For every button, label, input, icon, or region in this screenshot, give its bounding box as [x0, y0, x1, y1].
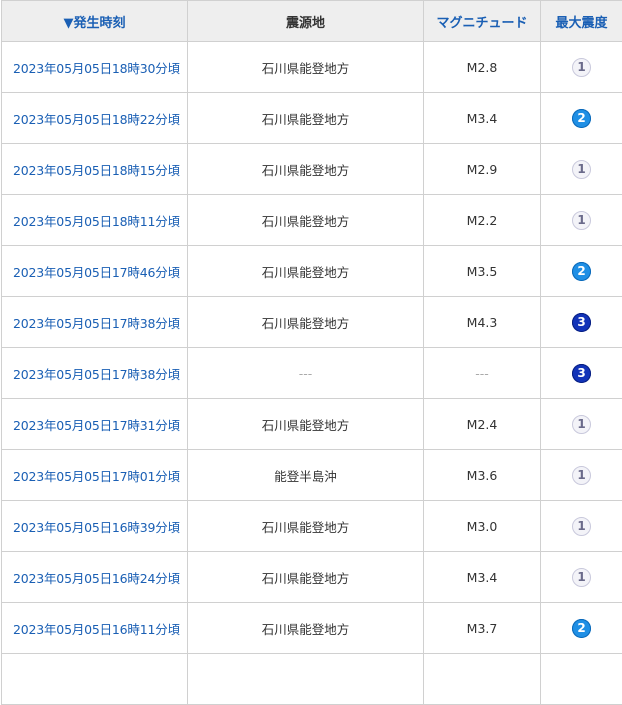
intensity-cell: 3	[541, 297, 622, 348]
intensity-badge-icon: 2	[572, 619, 591, 638]
table-row: 2023年05月05日17時31分頃 石川県能登地方 M2.4 1	[2, 399, 622, 450]
intensity-cell: 2	[541, 603, 622, 654]
earthquake-detail-link[interactable]: 2023年05月05日16時24分頃	[13, 571, 180, 586]
magnitude-cell: M2.2	[424, 195, 541, 246]
epicenter-cell	[188, 654, 424, 705]
table-row: 2023年05月05日17時38分頃 石川県能登地方 M4.3 3	[2, 297, 622, 348]
earthquake-table: ▼発生時刻 震源地 マグニチュード 最大震度 2023年05月05日18時30分…	[1, 0, 622, 705]
epicenter-cell: ---	[188, 348, 424, 399]
time-cell: 2023年05月05日17時46分頃	[2, 246, 188, 297]
time-cell: 2023年05月05日16時11分頃	[2, 603, 188, 654]
earthquake-detail-link[interactable]: 2023年05月05日17時01分頃	[13, 469, 180, 484]
magnitude-cell: M2.8	[424, 42, 541, 93]
earthquake-detail-link[interactable]: 2023年05月05日18時15分頃	[13, 163, 180, 178]
intensity-cell	[541, 654, 622, 705]
epicenter-column-header: 震源地	[188, 1, 424, 42]
magnitude-cell: ---	[424, 348, 541, 399]
earthquake-detail-link[interactable]: 2023年05月05日17時46分頃	[13, 265, 180, 280]
time-cell: 2023年05月05日18時22分頃	[2, 93, 188, 144]
epicenter-cell: 石川県能登地方	[188, 246, 424, 297]
intensity-badge-icon: 1	[572, 517, 591, 536]
table-row-partial	[2, 654, 622, 705]
epicenter-cell: 石川県能登地方	[188, 399, 424, 450]
time-cell: 2023年05月05日18時30分頃	[2, 42, 188, 93]
intensity-badge-icon: 3	[572, 364, 591, 383]
epicenter-cell: 石川県能登地方	[188, 552, 424, 603]
table-row: 2023年05月05日16時39分頃 石川県能登地方 M3.0 1	[2, 501, 622, 552]
intensity-badge-icon: 1	[572, 58, 591, 77]
table-row: 2023年05月05日16時11分頃 石川県能登地方 M3.7 2	[2, 603, 622, 654]
table-row: 2023年05月05日18時15分頃 石川県能登地方 M2.9 1	[2, 144, 622, 195]
time-cell: 2023年05月05日17時38分頃	[2, 297, 188, 348]
epicenter-cell: 石川県能登地方	[188, 42, 424, 93]
magnitude-cell: M3.7	[424, 603, 541, 654]
magnitude-cell: M3.4	[424, 552, 541, 603]
earthquake-detail-link[interactable]: 2023年05月05日16時39分頃	[13, 520, 180, 535]
earthquake-detail-link[interactable]: 2023年05月05日17時38分頃	[13, 367, 180, 382]
intensity-cell: 2	[541, 93, 622, 144]
epicenter-cell: 石川県能登地方	[188, 93, 424, 144]
table-row: 2023年05月05日16時24分頃 石川県能登地方 M3.4 1	[2, 552, 622, 603]
intensity-badge-icon: 1	[572, 160, 591, 179]
table-row: 2023年05月05日18時30分頃 石川県能登地方 M2.8 1	[2, 42, 622, 93]
table-row: 2023年05月05日17時01分頃 能登半島沖 M3.6 1	[2, 450, 622, 501]
epicenter-cell: 石川県能登地方	[188, 603, 424, 654]
time-cell: 2023年05月05日17時38分頃	[2, 348, 188, 399]
time-cell: 2023年05月05日16時24分頃	[2, 552, 188, 603]
magnitude-column-header[interactable]: マグニチュード	[424, 1, 541, 42]
table-row: 2023年05月05日17時38分頃 --- --- 3	[2, 348, 622, 399]
magnitude-cell: M3.0	[424, 501, 541, 552]
epicenter-cell: 石川県能登地方	[188, 297, 424, 348]
epicenter-cell: 石川県能登地方	[188, 144, 424, 195]
time-cell	[2, 654, 188, 705]
time-cell: 2023年05月05日16時39分頃	[2, 501, 188, 552]
magnitude-cell: M2.4	[424, 399, 541, 450]
intensity-badge-icon: 1	[572, 466, 591, 485]
intensity-cell: 1	[541, 144, 622, 195]
earthquake-detail-link[interactable]: 2023年05月05日17時38分頃	[13, 316, 180, 331]
time-cell: 2023年05月05日18時15分頃	[2, 144, 188, 195]
intensity-cell: 1	[541, 552, 622, 603]
intensity-badge-icon: 2	[572, 262, 591, 281]
magnitude-cell: M2.9	[424, 144, 541, 195]
intensity-cell: 1	[541, 399, 622, 450]
time-cell: 2023年05月05日17時31分頃	[2, 399, 188, 450]
epicenter-cell: 石川県能登地方	[188, 501, 424, 552]
magnitude-cell: M3.5	[424, 246, 541, 297]
earthquake-detail-link[interactable]: 2023年05月05日16時11分頃	[13, 622, 180, 637]
earthquake-detail-link[interactable]: 2023年05月05日18時11分頃	[13, 214, 180, 229]
intensity-badge-icon: 2	[572, 109, 591, 128]
intensity-badge-icon: 1	[572, 211, 591, 230]
magnitude-cell	[424, 654, 541, 705]
intensity-cell: 1	[541, 42, 622, 93]
earthquake-detail-link[interactable]: 2023年05月05日18時30分頃	[13, 61, 180, 76]
earthquake-detail-link[interactable]: 2023年05月05日18時22分頃	[13, 112, 180, 127]
table-row: 2023年05月05日18時22分頃 石川県能登地方 M3.4 2	[2, 93, 622, 144]
earthquake-detail-link[interactable]: 2023年05月05日17時31分頃	[13, 418, 180, 433]
intensity-cell: 2	[541, 246, 622, 297]
time-cell: 2023年05月05日17時01分頃	[2, 450, 188, 501]
magnitude-cell: M4.3	[424, 297, 541, 348]
table-row: 2023年05月05日18時11分頃 石川県能登地方 M2.2 1	[2, 195, 622, 246]
table-row: 2023年05月05日17時46分頃 石川県能登地方 M3.5 2	[2, 246, 622, 297]
magnitude-cell: M3.6	[424, 450, 541, 501]
intensity-cell: 1	[541, 450, 622, 501]
intensity-badge-icon: 1	[572, 568, 591, 587]
magnitude-cell: M3.4	[424, 93, 541, 144]
table-header-row: ▼発生時刻 震源地 マグニチュード 最大震度	[2, 1, 622, 42]
epicenter-cell: 石川県能登地方	[188, 195, 424, 246]
intensity-cell: 3	[541, 348, 622, 399]
intensity-cell: 1	[541, 501, 622, 552]
table-body: 2023年05月05日18時30分頃 石川県能登地方 M2.8 1 2023年0…	[2, 42, 622, 705]
max-intensity-column-header[interactable]: 最大震度	[541, 1, 622, 42]
time-column-header[interactable]: ▼発生時刻	[2, 1, 188, 42]
intensity-cell: 1	[541, 195, 622, 246]
intensity-badge-icon: 3	[572, 313, 591, 332]
epicenter-cell: 能登半島沖	[188, 450, 424, 501]
intensity-badge-icon: 1	[572, 415, 591, 434]
time-cell: 2023年05月05日18時11分頃	[2, 195, 188, 246]
